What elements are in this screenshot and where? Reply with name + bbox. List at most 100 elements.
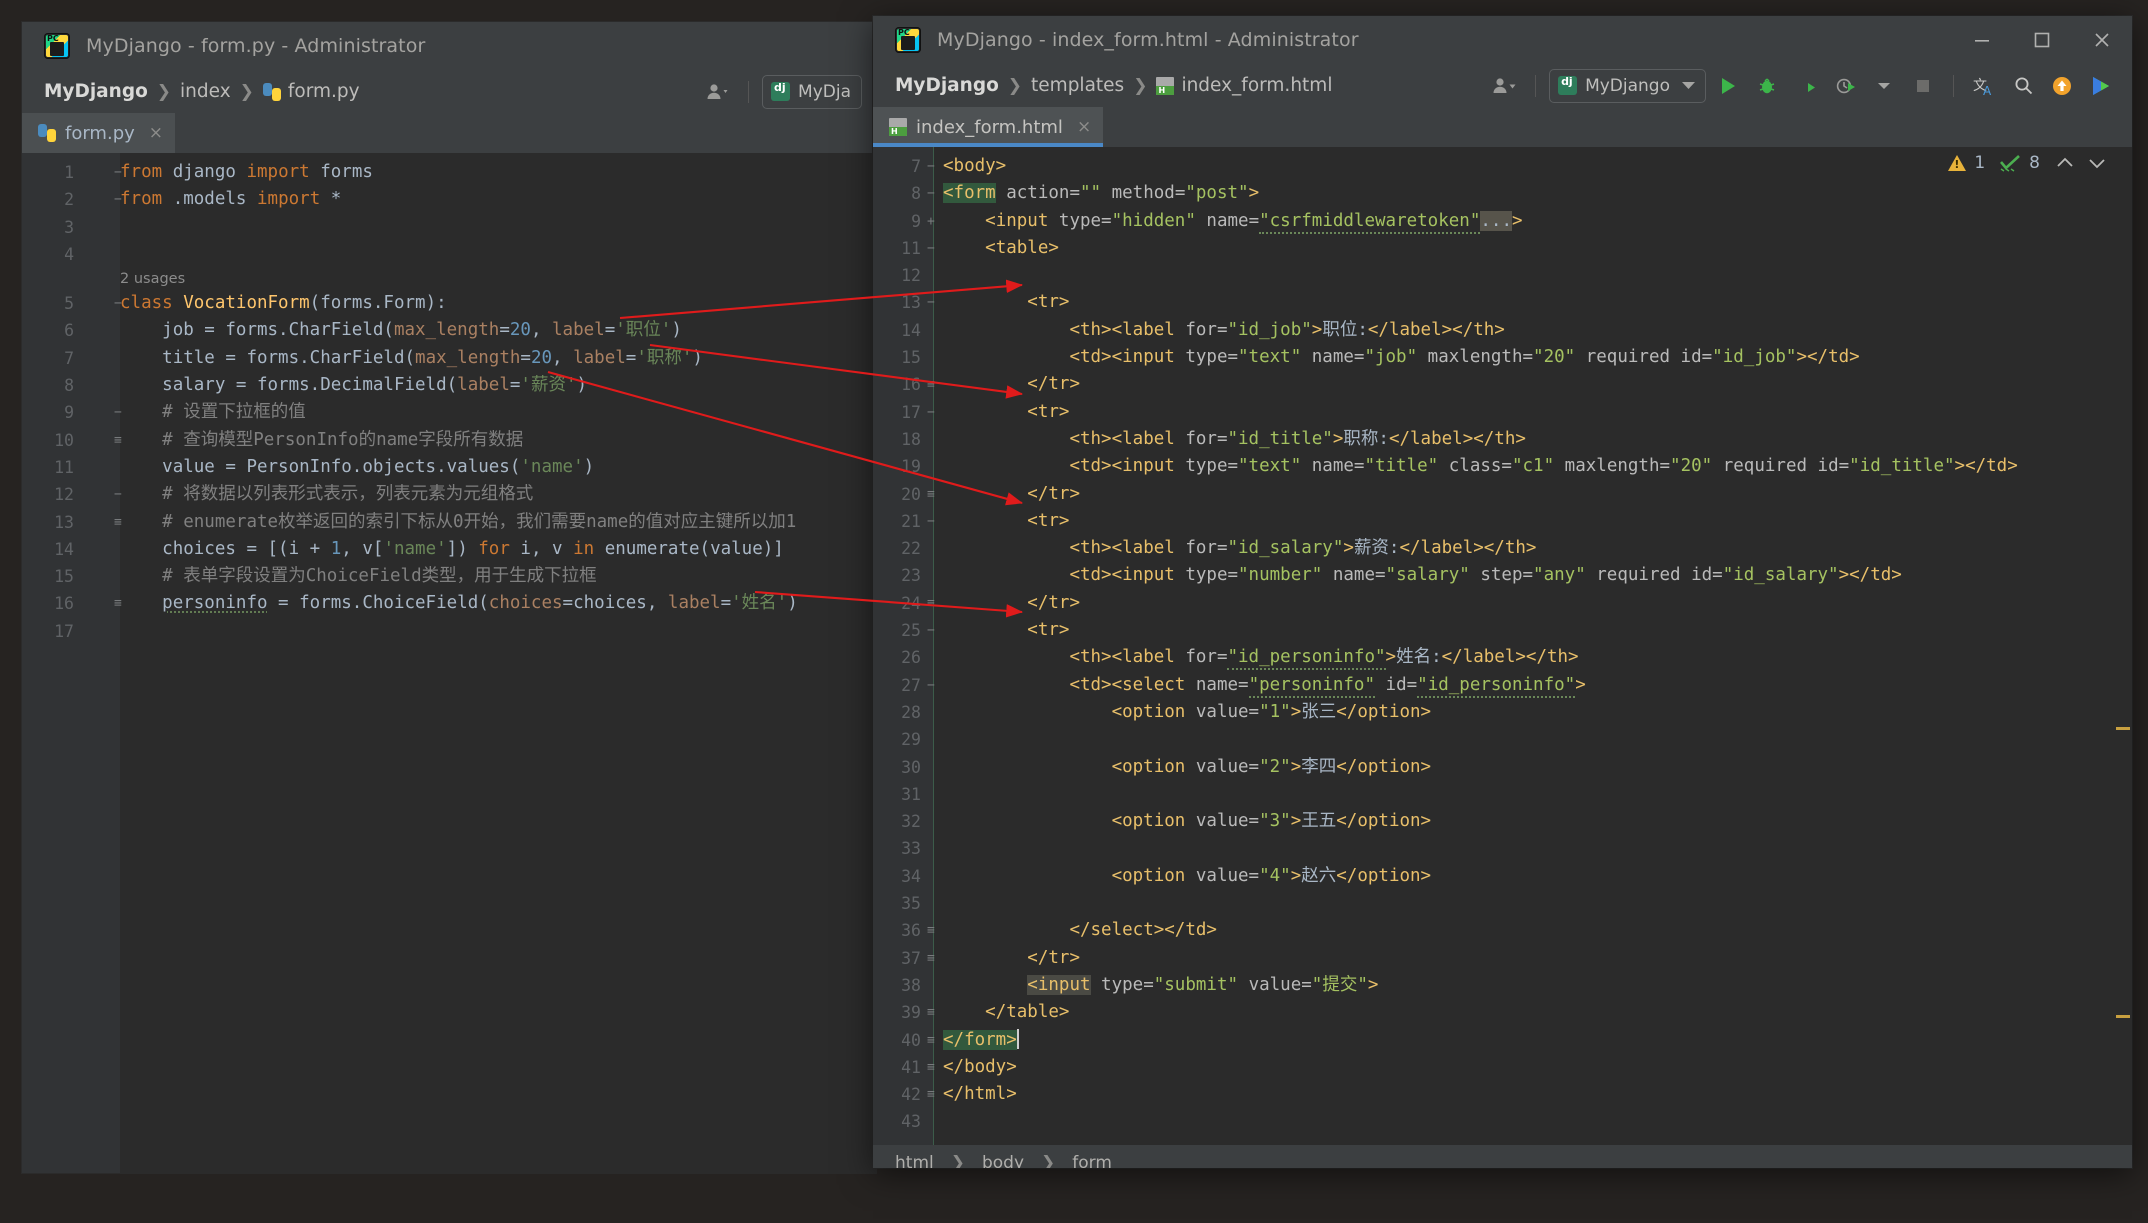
code-line[interactable]: 35 [873,890,2132,917]
code-fold-icon[interactable]: ≡ [927,917,935,944]
code-line[interactable]: 22 <th><label for="id_salary">薪资:</label… [873,535,2132,562]
code-line[interactable]: 8− <form action="" method="post"> [873,180,2132,207]
code-line[interactable]: 24 ≡ </tr> [873,590,2132,617]
code-line[interactable]: 40 ≡ </form> [873,1027,2132,1054]
right-code-area[interactable]: 7− <body> 8− <form action="" method="post">… [873,147,2132,1136]
run-configuration-selector[interactable]: MyDjango [1549,68,1706,103]
code-line[interactable]: 33 [873,835,2132,862]
right-toolbar[interactable]: MyDjango [1488,68,2132,103]
inspection-widget[interactable]: 1 8 [1948,153,2106,173]
left-toolbar[interactable]: MyDja [701,74,876,109]
run-configuration-selector[interactable]: MyDja [762,74,862,109]
code-line[interactable]: 30 <option value="2">李四</option> [873,754,2132,781]
stop-icon[interactable] [1906,69,1940,103]
tab-index-form-html[interactable]: index_form.html × [873,107,1104,147]
code-line[interactable]: 3 [22,214,876,241]
code-line[interactable]: 15 # 表单字段设置为ChoiceField类型，用于生成下拉框 [22,563,876,590]
code-line[interactable]: 34 <option value="4">赵六</option> [873,863,2132,890]
close-icon[interactable]: × [1077,117,1091,137]
left-editor[interactable]: 1− from django import forms 2− from .models… [22,153,876,1173]
code-line[interactable]: 7 title = forms.CharField(max_length=20,… [22,345,876,372]
code-fold-icon[interactable]: ≡ [927,371,935,398]
code-line[interactable]: 43 [873,1108,2132,1135]
code-line[interactable]: 9 + <input type="hidden" name="csrfmiddle… [873,208,2132,235]
search-icon[interactable] [2006,69,2040,103]
bottom-crumb-html[interactable]: html [895,1153,934,1168]
bottom-crumb-form[interactable]: form [1072,1153,1112,1168]
code-fold-icon[interactable]: ≡ [927,999,935,1026]
code-line[interactable]: 17 [22,618,876,645]
code-line[interactable]: 17− <tr> [873,399,2132,426]
code-line[interactable]: 29 [873,726,2132,753]
profile-icon[interactable] [1828,69,1862,103]
pycharm-window-index-form-html[interactable]: MyDjango - index_form.html - Administrat… [873,16,2132,1168]
code-fold-icon[interactable]: ≡ [927,1054,935,1081]
left-breadcrumb[interactable]: MyDjango ❯ index ❯ form.py dj MyDja [22,70,876,113]
breadcrumb-project[interactable]: MyDjango [44,81,148,102]
code-fold-icon[interactable]: − [927,399,935,426]
breadcrumb-folder[interactable]: index [180,81,231,102]
minimize-icon[interactable] [1952,16,2012,64]
window-controls[interactable] [1952,16,2132,64]
code-fold-icon[interactable]: − [927,289,935,316]
code-line[interactable]: 38 <input type="submit" value="提交"> [873,972,2132,999]
code-line[interactable]: 6 job = forms.CharField(max_length=20, l… [22,317,876,344]
code-line[interactable]: 41 ≡ </body> [873,1054,2132,1081]
update-icon[interactable] [2045,69,2079,103]
code-fold-icon[interactable]: ≡ [927,1081,935,1108]
code-fold-icon[interactable]: − [927,672,935,699]
code-line[interactable]: 21− <tr> [873,508,2132,535]
user-icon[interactable] [701,75,735,109]
bottom-breadcrumb[interactable]: html ❯ body ❯ form [873,1145,2132,1168]
usage-hint[interactable]: 2 usages [22,268,876,290]
code-line[interactable]: 11 value = PersonInfo.objects.values('na… [22,454,876,481]
code-line[interactable]: 1− from django import forms [22,159,876,186]
code-fold-icon[interactable]: − [927,508,935,535]
code-line[interactable]: 7− <body> [873,153,2132,180]
chevron-down-icon[interactable] [1867,69,1901,103]
user-icon[interactable] [1488,69,1522,103]
code-line[interactable]: 8 salary = forms.DecimalField(label='薪资'… [22,372,876,399]
code-line[interactable]: 9− # 设置下拉框的值 [22,399,876,426]
tab-form-py[interactable]: form.py × [22,113,176,153]
code-line[interactable]: 25− <tr> [873,617,2132,644]
code-line[interactable]: 31 [873,781,2132,808]
code-line[interactable]: 19 <td><input type="text" name="title" c… [873,453,2132,480]
left-window-titlebar[interactable]: MyDjango - form.py - Administrator [22,22,876,70]
right-window-titlebar[interactable]: MyDjango - index_form.html - Administrat… [873,16,2132,64]
translate-icon[interactable]: 文 A [1967,69,2001,103]
breadcrumb-project[interactable]: MyDjango [895,75,999,96]
coverage-icon[interactable] [1789,69,1823,103]
code-line[interactable]: 39 ≡ </table> [873,999,2132,1026]
code-line[interactable]: 15 <td><input type="text" name="job" max… [873,344,2132,371]
right-breadcrumb[interactable]: MyDjango ❯ templates ❯ index_form.html [873,64,2132,107]
code-line[interactable]: 5− class VocationForm(forms.Form): [22,290,876,317]
pycharm-window-form-py[interactable]: MyDjango - form.py - Administrator MyDja… [22,22,876,1173]
code-line[interactable]: 27− <td><select name="personinfo" id="id… [873,672,2132,699]
close-icon[interactable]: × [149,123,163,143]
code-fold-icon[interactable]: − [927,180,935,207]
code-line[interactable]: 26 <th><label for="id_personinfo">姓名:</l… [873,644,2132,671]
code-line[interactable]: 23 <td><input type="number" name="salary… [873,562,2132,589]
code-fold-icon[interactable]: − [927,617,935,644]
maximize-icon[interactable] [2012,16,2072,64]
code-fold-icon[interactable]: + [927,208,935,235]
debug-icon[interactable] [1750,69,1784,103]
breadcrumb-folder[interactable]: templates [1031,75,1124,96]
right-tabs-bar[interactable]: index_form.html × [873,107,2132,147]
code-line[interactable]: 13 ≡ # enumerate枚举返回的索引下标从0开始，我们需要name的值对… [22,509,876,536]
code-line[interactable]: 36 ≡ </select></td> [873,917,2132,944]
ide-icon[interactable] [2084,69,2118,103]
breadcrumb-file[interactable]: index_form.html [1181,75,1332,96]
code-line[interactable]: 18 <th><label for="id_title">职称:</label>… [873,426,2132,453]
code-line[interactable]: 14 choices = [(i + 1, v['name']) for i, … [22,536,876,563]
code-line[interactable]: 20 ≡ </tr> [873,481,2132,508]
left-tabs-bar[interactable]: form.py × [22,113,876,153]
breadcrumb-file[interactable]: form.py [288,81,360,102]
code-line[interactable]: 42 ≡ </html> [873,1081,2132,1108]
close-icon[interactable] [2072,16,2132,64]
code-line[interactable]: 12 [873,262,2132,289]
right-editor[interactable]: 1 8 7−<body>8−<form action="" method="po… [873,147,2132,1145]
run-icon[interactable] [1711,69,1745,103]
code-fold-icon[interactable]: ≡ [927,945,935,972]
